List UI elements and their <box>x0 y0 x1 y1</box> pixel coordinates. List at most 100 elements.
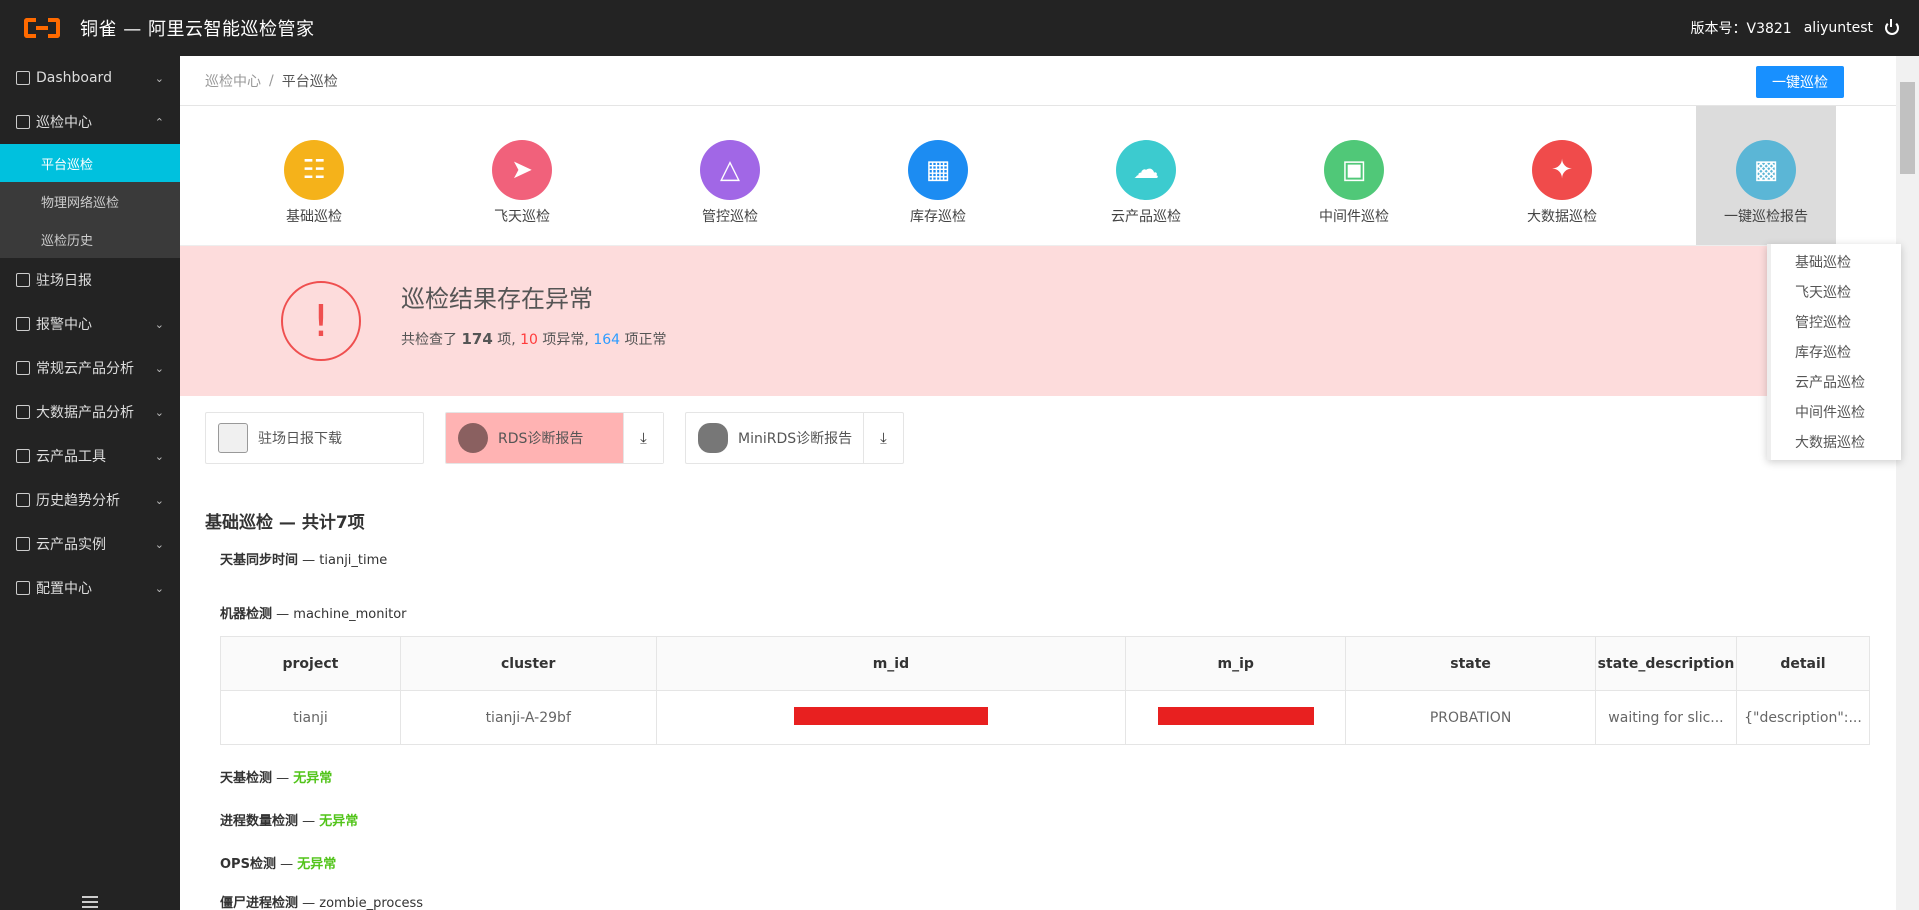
machine-monitor-table: project cluster m_id m_ip state state_de… <box>220 636 1871 745</box>
sidebar-subitem-platform-inspection[interactable]: 平台巡检 <box>0 144 180 182</box>
dropdown-item[interactable]: 管控巡检 <box>1771 308 1901 338</box>
column-header: state_description <box>1594 636 1737 691</box>
category-label: 管控巡检 <box>702 209 758 225</box>
logout-power-icon[interactable] <box>1885 19 1899 35</box>
collapse-menu-icon[interactable] <box>82 896 98 908</box>
one-click-inspect-button[interactable]: 一键巡检 <box>1756 66 1844 98</box>
table-cell: tianji <box>220 690 401 745</box>
column-header: m_ip <box>1125 636 1347 691</box>
daily-report-download-button[interactable]: 驻场日报下载 <box>205 412 424 464</box>
check-name: 天基同步时间 <box>220 553 299 568</box>
chevron-down-icon: ⌄ <box>154 537 164 551</box>
category-label: 飞天巡检 <box>494 209 550 225</box>
dropdown-item[interactable]: 基础巡检 <box>1771 248 1901 278</box>
category-middleware[interactable]: ▣ 中间件巡检 <box>1250 106 1458 245</box>
sidebar-item-config-center[interactable]: 配置中心 ⌄ <box>0 566 180 610</box>
sidebar-item-cloud-tools[interactable]: 云产品工具 ⌄ <box>0 434 180 478</box>
sidebar-item-label: 常规云产品分析 <box>36 361 134 377</box>
rds-report-button[interactable]: RDS诊断报告 ⤓ <box>445 412 664 464</box>
status-check-list: 天基检测 — 无异常 进程数量检测 — 无异常 OPS检测 — 无异常 僵尸进程… <box>180 767 1896 910</box>
scrollbar-thumb[interactable] <box>1900 82 1915 174</box>
dropdown-item[interactable]: 中间件巡检 <box>1771 398 1901 428</box>
abnormal-count: 10 <box>520 332 538 348</box>
table-cell: PROBATION <box>1345 690 1596 745</box>
page-scrollbar[interactable] <box>1896 56 1919 910</box>
download-icon[interactable]: ⤓ <box>623 413 663 463</box>
sidebar-item-alarm-center[interactable]: 报警中心 ⌄ <box>0 302 180 346</box>
top-bar: 铜雀 — 阿里云智能巡检管家 版本号：V3821 aliyuntest <box>0 0 1919 56</box>
sidebar-item-label: 大数据产品分析 <box>36 405 134 421</box>
check-item: 机器检测 — machine_monitor <box>220 607 407 622</box>
sidebar-item-history-trends[interactable]: 历史趋势分析 ⌄ <box>0 478 180 522</box>
cube-icon <box>16 361 30 375</box>
sidebar-item-inspection-center[interactable]: 巡检中心 ⌃ <box>0 100 180 144</box>
category-inventory[interactable]: ▦ 库存巡检 <box>834 106 1042 245</box>
inspect-icon <box>16 115 30 129</box>
column-header: cluster <box>399 636 657 691</box>
table-cell[interactable]: {"description":... <box>1735 690 1871 745</box>
minirds-report-button[interactable]: MiniRDS诊断报告 ⤓ <box>685 412 904 464</box>
instance-icon <box>16 537 30 551</box>
normal-count: 164 <box>593 332 621 348</box>
history-icon <box>16 493 30 507</box>
aliyun-logo-icon[interactable] <box>24 16 60 40</box>
sidebar-item-cloud-analysis[interactable]: 常规云产品分析 ⌄ <box>0 346 180 390</box>
sidebar-item-label: 配置中心 <box>36 581 92 597</box>
check-item: OPS检测 — 无异常 <box>220 857 337 872</box>
box-icon: ▣ <box>1324 140 1384 200</box>
edit-icon <box>16 273 30 287</box>
normal-suffix: 项正常 <box>624 332 667 348</box>
sidebar-subitem-inspection-history[interactable]: 巡检历史 <box>0 220 180 258</box>
category-bigdata[interactable]: ✦ 大数据巡检 <box>1458 106 1666 245</box>
check-status: 无异常 <box>297 857 337 872</box>
category-label: 基础巡检 <box>286 209 342 225</box>
dropdown-item[interactable]: 飞天巡检 <box>1771 278 1901 308</box>
check-status: 无异常 <box>293 771 333 786</box>
sidebar-item-bigdata-analysis[interactable]: 大数据产品分析 ⌄ <box>0 390 180 434</box>
column-header: detail <box>1735 636 1871 691</box>
category-label: 中间件巡检 <box>1319 209 1389 225</box>
check-item: 僵尸进程检测 — zombie_process <box>220 896 424 910</box>
category-one-click-report[interactable]: ▩ 一键巡检报告 <box>1696 106 1836 245</box>
category-feitian[interactable]: ➤ 飞天巡检 <box>418 106 626 245</box>
sidebar-item-dashboard[interactable]: Dashboard ⌄ <box>0 56 180 100</box>
table-cell: tianji-A-29bf <box>399 690 657 745</box>
database-icon <box>698 423 728 453</box>
download-row: 驻场日报下载 RDS诊断报告 ⤓ MiniRDS诊断报告 ⤓ <box>180 396 1896 496</box>
chevron-down-icon: ⌄ <box>154 317 164 331</box>
category-control[interactable]: △ 管控巡检 <box>626 106 834 245</box>
table-header-row: project cluster m_id m_ip state state_de… <box>220 636 1871 691</box>
grid-icon: ▦ <box>908 140 968 200</box>
table-cell[interactable]: waiting for slic... <box>1594 690 1737 745</box>
sidebar-item-cloud-instances[interactable]: 云产品实例 ⌄ <box>0 522 180 566</box>
sidebar-subitem-network-inspection[interactable]: 物理网络巡检 <box>0 182 180 220</box>
column-header: m_id <box>655 636 1127 691</box>
excel-icon <box>218 423 248 453</box>
inspection-category-row: ☷ 基础巡检 ➤ 飞天巡检 △ 管控巡检 ▦ 库存巡检 ☁ 云产品巡检 ▣ 中间… <box>180 106 1896 246</box>
sidebar-item-label: Dashboard <box>36 70 112 86</box>
column-header: project <box>220 636 401 691</box>
basic-inspection-section: 基础巡检 — 共计7项 天基同步时间 — tianji_time 机器检测 — … <box>180 508 1896 622</box>
category-cloud-product[interactable]: ☁ 云产品巡检 <box>1042 106 1250 245</box>
network-icon: △ <box>700 140 760 200</box>
breadcrumb-parent[interactable]: 巡检中心 <box>205 71 261 91</box>
sidebar: Dashboard ⌄ 巡检中心 ⌃ 平台巡检 物理网络巡检 巡检历史 驻场日报… <box>0 56 180 910</box>
category-basic[interactable]: ☷ 基础巡检 <box>210 106 418 245</box>
dropdown-item[interactable]: 库存巡检 <box>1771 338 1901 368</box>
download-label: 驻场日报下载 <box>258 431 342 447</box>
download-label: MiniRDS诊断报告 <box>738 431 853 447</box>
sidebar-item-label: 巡检中心 <box>36 115 92 131</box>
dropdown-item[interactable]: 大数据巡检 <box>1771 428 1901 458</box>
sidebar-item-daily-report[interactable]: 驻场日报 <box>0 258 180 302</box>
username[interactable]: aliyuntest <box>1804 20 1873 36</box>
download-icon[interactable]: ⤓ <box>863 413 903 463</box>
summary-unit: 项, <box>497 332 516 348</box>
cloud-icon: ☁ <box>1116 140 1176 200</box>
summary-prefix: 共检查了 <box>401 332 457 348</box>
dropdown-item[interactable]: 云产品巡检 <box>1771 368 1901 398</box>
alert-summary: 共检查了 174 项, 10 项异常, 164 项正常 <box>401 329 667 349</box>
sidebar-item-label: 云产品实例 <box>36 537 106 553</box>
redaction-bar <box>793 706 988 725</box>
sidebar-item-label: 驻场日报 <box>36 273 92 289</box>
category-label: 云产品巡检 <box>1111 209 1181 225</box>
